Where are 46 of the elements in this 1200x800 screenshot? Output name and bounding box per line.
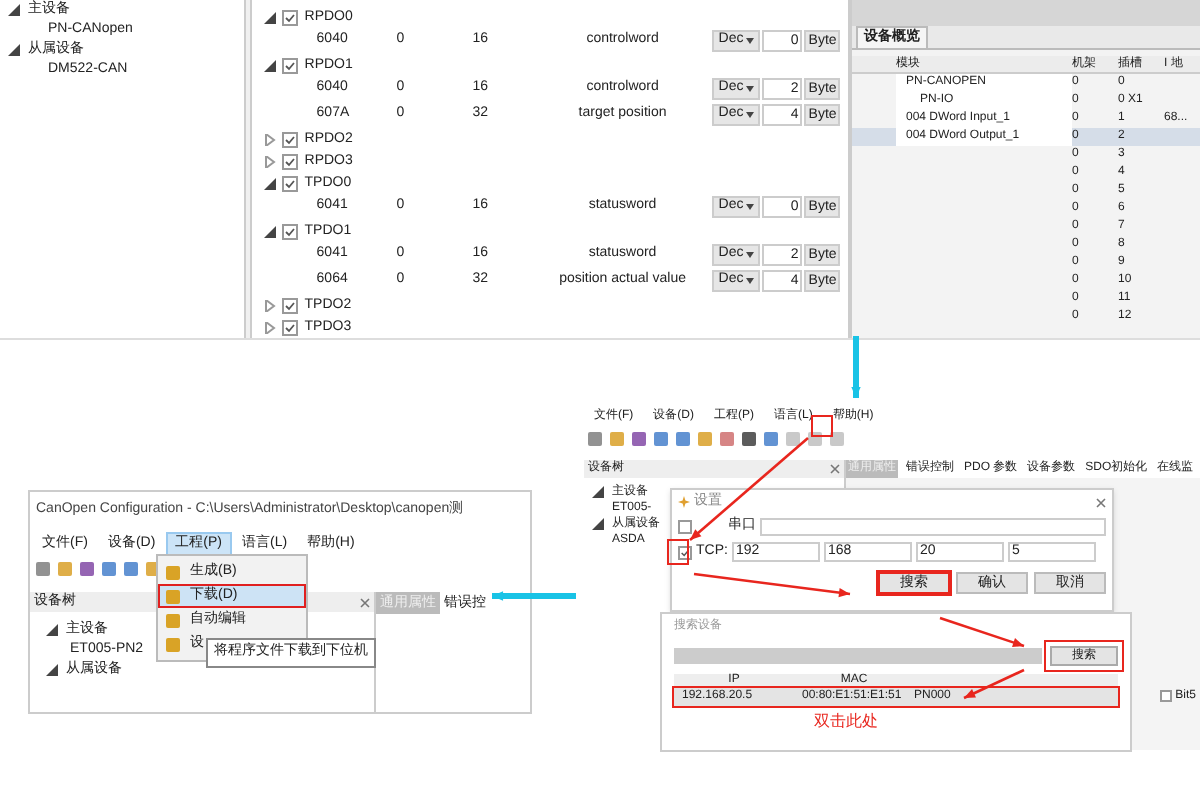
expanded-triangle-icon[interactable] — [46, 624, 58, 636]
pointer-arrow — [851, 336, 861, 398]
check-icon — [284, 12, 297, 24]
expanded-triangle-icon[interactable] — [592, 517, 604, 529]
expanded-triangle-icon[interactable] — [264, 12, 277, 24]
expanded-triangle-icon[interactable] — [46, 664, 58, 676]
caret-icon — [746, 38, 755, 44]
checkbox[interactable] — [282, 132, 299, 148]
collapsed-triangle-icon[interactable] — [264, 156, 277, 168]
checkbox[interactable] — [282, 298, 299, 314]
caret-icon — [746, 204, 755, 210]
checkbox[interactable] — [1159, 690, 1172, 702]
checkbox[interactable] — [678, 519, 692, 533]
checkbox[interactable] — [282, 224, 299, 240]
annotation-text: 双击此处 — [814, 710, 880, 734]
check-icon — [680, 547, 690, 557]
pointer-arrow — [963, 668, 1025, 700]
close-icon[interactable] — [1096, 497, 1106, 507]
checkbox[interactable] — [282, 10, 299, 26]
expanded-triangle-icon[interactable] — [264, 60, 277, 72]
pointer-arrow — [492, 591, 576, 601]
checkbox[interactable] — [282, 320, 299, 336]
expanded-triangle-icon[interactable] — [264, 226, 277, 238]
collapsed-triangle-icon[interactable] — [264, 134, 277, 146]
pointer-arrow — [689, 437, 809, 541]
check-icon — [284, 60, 297, 72]
highlight-frame — [667, 539, 689, 565]
expanded-triangle-icon[interactable] — [264, 178, 277, 190]
caret-icon — [746, 86, 755, 92]
caret-icon — [746, 112, 755, 118]
highlight-frame — [811, 415, 833, 437]
expanded-triangle-icon[interactable] — [592, 485, 604, 497]
caret-icon — [746, 278, 755, 284]
close-icon[interactable] — [360, 597, 370, 607]
checkbox[interactable] — [282, 58, 299, 74]
close-icon[interactable] — [830, 463, 840, 473]
expanded-triangle-icon[interactable] — [8, 44, 20, 56]
star-icon — [678, 496, 690, 508]
checkbox[interactable] — [282, 176, 299, 192]
check-icon — [284, 226, 297, 238]
collapsed-triangle-icon[interactable] — [264, 300, 277, 312]
expanded-triangle-icon[interactable] — [8, 4, 20, 16]
pointer-arrow — [939, 616, 1025, 648]
checkbox[interactable] — [282, 154, 299, 170]
caret-icon — [746, 252, 755, 258]
collapsed-triangle-icon[interactable] — [264, 322, 277, 334]
